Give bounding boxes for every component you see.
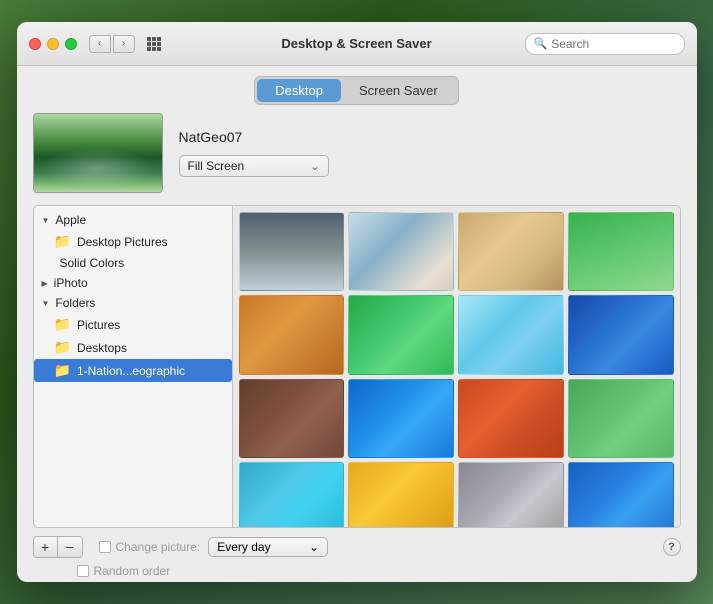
sidebar: ▼ Apple 📁 Desktop Pictures Solid Colors … bbox=[33, 205, 233, 528]
disclosure-triangle-apple: ▼ bbox=[42, 216, 50, 225]
sidebar-item-solid-colors-label: Solid Colors bbox=[60, 256, 125, 270]
sidebar-item-natgeo[interactable]: 📁 1-Nation...eographic bbox=[34, 359, 232, 382]
chevron-down-icon: ⌄ bbox=[309, 540, 319, 554]
thumbnail-8[interactable] bbox=[239, 379, 345, 458]
disclosure-triangle-iphoto: ▶ bbox=[42, 279, 48, 288]
sidebar-section-iphoto[interactable]: ▶ iPhoto bbox=[34, 273, 232, 293]
thumbnail-3[interactable] bbox=[568, 212, 674, 291]
chevron-down-icon: ⌄ bbox=[310, 160, 319, 173]
picture-grid bbox=[233, 206, 680, 528]
tab-desktop[interactable]: Desktop bbox=[257, 79, 341, 102]
sidebar-section-folders[interactable]: ▼ Folders bbox=[34, 293, 232, 313]
traffic-lights bbox=[29, 38, 77, 50]
grid-icon bbox=[147, 37, 161, 51]
picture-grid-container bbox=[233, 205, 681, 528]
thumbnail-4[interactable] bbox=[239, 295, 345, 374]
main-panel: ▼ Apple 📁 Desktop Pictures Solid Colors … bbox=[33, 205, 681, 528]
bottom-second-row: Random order bbox=[33, 564, 681, 582]
random-order-check[interactable]: Random order bbox=[77, 564, 171, 578]
change-picture-label: Change picture: bbox=[116, 540, 201, 554]
thumbnail-14[interactable] bbox=[458, 462, 564, 528]
thumbnail-11[interactable] bbox=[568, 379, 674, 458]
content-area: NatGeo07 Fill Screen ⌄ ▼ Apple 📁 Desktop… bbox=[17, 113, 697, 582]
maximize-button[interactable] bbox=[65, 38, 77, 50]
sidebar-item-desktop-pictures-label: Desktop Pictures bbox=[77, 235, 168, 249]
sidebar-section-folders-label: Folders bbox=[55, 296, 95, 310]
random-order-checkbox[interactable] bbox=[77, 565, 89, 577]
change-interval-dropdown[interactable]: Every day ⌄ bbox=[208, 537, 328, 557]
folder-icon: 📁 bbox=[54, 339, 71, 356]
tab-group: Desktop Screen Saver bbox=[254, 76, 458, 105]
thumbnail-15[interactable] bbox=[568, 462, 674, 528]
sidebar-item-natgeo-label: 1-Nation...eographic bbox=[77, 364, 185, 378]
sidebar-item-pictures-label: Pictures bbox=[77, 318, 120, 332]
sidebar-item-solid-colors[interactable]: Solid Colors bbox=[34, 253, 232, 273]
wallpaper-info: NatGeo07 Fill Screen ⌄ bbox=[179, 129, 329, 177]
nav-buttons: ‹ › bbox=[89, 35, 135, 53]
close-button[interactable] bbox=[29, 38, 41, 50]
thumbnail-9[interactable] bbox=[348, 379, 454, 458]
search-input[interactable] bbox=[551, 37, 675, 51]
bottom-bar: + − Change picture: Every day ⌄ ? bbox=[33, 528, 681, 564]
change-interval-label: Every day bbox=[217, 540, 270, 554]
search-icon: 🔍 bbox=[534, 37, 548, 50]
wallpaper-name: NatGeo07 bbox=[179, 129, 329, 145]
disclosure-triangle-folders: ▼ bbox=[42, 299, 50, 308]
thumbnail-10[interactable] bbox=[458, 379, 564, 458]
thumbnail-7[interactable] bbox=[568, 295, 674, 374]
sidebar-item-pictures[interactable]: 📁 Pictures bbox=[34, 313, 232, 336]
thumbnail-6[interactable] bbox=[458, 295, 564, 374]
wallpaper-preview-image bbox=[34, 114, 162, 192]
help-button[interactable]: ? bbox=[663, 538, 681, 556]
back-button[interactable]: ‹ bbox=[89, 35, 111, 53]
tab-bar: Desktop Screen Saver bbox=[17, 66, 697, 113]
fill-dropdown-text: Fill Screen bbox=[188, 159, 245, 173]
thumbnail-0[interactable] bbox=[239, 212, 345, 291]
sidebar-item-desktops-label: Desktops bbox=[77, 341, 127, 355]
desktop-screen-saver-window: ‹ › Desktop & Screen Saver 🔍 Desktop Scr… bbox=[17, 22, 697, 582]
minimize-button[interactable] bbox=[47, 38, 59, 50]
thumbnail-12[interactable] bbox=[239, 462, 345, 528]
sidebar-item-desktops[interactable]: 📁 Desktops bbox=[34, 336, 232, 359]
tab-screen-saver[interactable]: Screen Saver bbox=[341, 79, 456, 102]
folder-icon: 📁 bbox=[54, 233, 71, 250]
grid-view-button[interactable] bbox=[143, 35, 165, 53]
add-remove-buttons: + − bbox=[33, 536, 83, 558]
sidebar-section-apple-label: Apple bbox=[55, 213, 86, 227]
search-box[interactable]: 🔍 bbox=[525, 33, 685, 55]
current-wallpaper-row: NatGeo07 Fill Screen ⌄ bbox=[33, 113, 681, 193]
folder-icon: 📁 bbox=[54, 316, 71, 333]
add-button[interactable]: + bbox=[34, 537, 58, 557]
sidebar-item-desktop-pictures[interactable]: 📁 Desktop Pictures bbox=[34, 230, 232, 253]
forward-button[interactable]: › bbox=[113, 35, 135, 53]
titlebar: ‹ › Desktop & Screen Saver 🔍 bbox=[17, 22, 697, 66]
thumbnail-1[interactable] bbox=[348, 212, 454, 291]
random-order-label: Random order bbox=[94, 564, 171, 578]
thumbnail-13[interactable] bbox=[348, 462, 454, 528]
folder-gray-icon: 📁 bbox=[54, 362, 71, 379]
sidebar-section-apple[interactable]: ▼ Apple bbox=[34, 210, 232, 230]
change-picture-check[interactable]: Change picture: bbox=[99, 540, 201, 554]
change-picture-checkbox[interactable] bbox=[99, 541, 111, 553]
fill-dropdown[interactable]: Fill Screen ⌄ bbox=[179, 155, 329, 177]
window-title: Desktop & Screen Saver bbox=[281, 36, 431, 51]
thumbnail-2[interactable] bbox=[458, 212, 564, 291]
remove-button[interactable]: − bbox=[58, 537, 82, 557]
thumbnail-5[interactable] bbox=[348, 295, 454, 374]
sidebar-section-iphoto-label: iPhoto bbox=[54, 276, 88, 290]
wallpaper-preview bbox=[33, 113, 163, 193]
